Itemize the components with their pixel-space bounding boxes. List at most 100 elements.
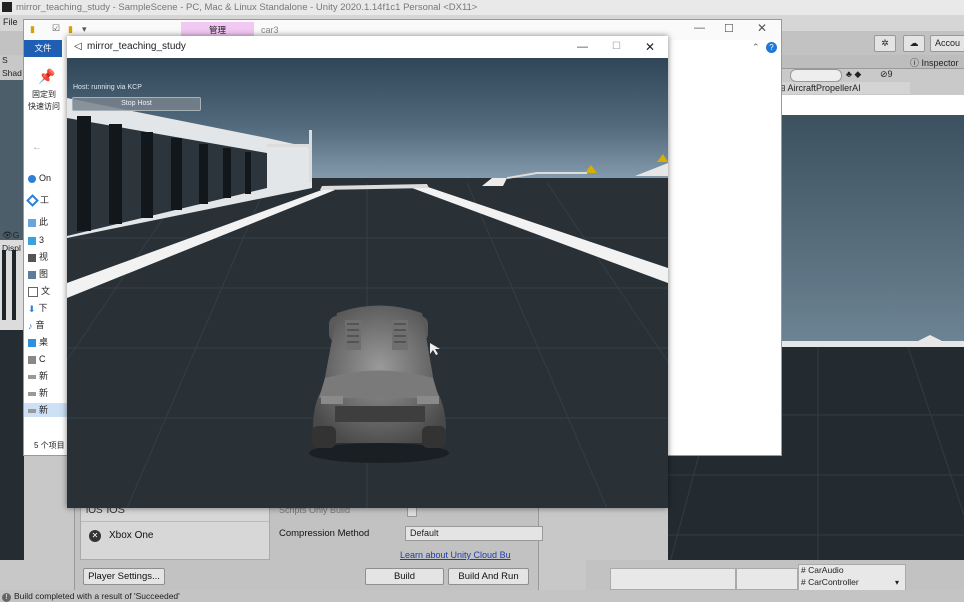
close-icon[interactable]: ✕: [645, 36, 655, 58]
drive-icon: [28, 391, 36, 396]
build-and-run-button[interactable]: Build And Run: [448, 568, 529, 585]
left-tab-scene[interactable]: S: [2, 55, 8, 65]
scene-filter-icon[interactable]: ♣ ◆: [846, 69, 861, 80]
minimize-icon[interactable]: —: [694, 22, 705, 34]
drive-icon: [28, 374, 36, 379]
unity-app-icon: ◁: [74, 41, 82, 52]
scripts-only-checkbox[interactable]: [407, 507, 417, 517]
menu-file[interactable]: File: [3, 17, 18, 27]
selected-object[interactable]: ⊞ AircraftPropellerAI: [778, 83, 861, 94]
scene-left-render: [0, 80, 24, 560]
nav-this-pc[interactable]: 此: [28, 215, 48, 229]
cloud-build-link[interactable]: Learn about Unity Cloud Bu: [400, 550, 511, 560]
dropdown-arrow-icon[interactable]: ▾: [895, 578, 899, 587]
hidden-count[interactable]: ⊘9: [880, 69, 893, 80]
document-icon: [28, 286, 38, 297]
cube-icon: [28, 236, 36, 245]
stop-host-button[interactable]: Stop Host: [72, 97, 201, 111]
help-icon[interactable]: ?: [766, 42, 777, 53]
game-window-title: mirror_teaching_study: [87, 41, 186, 52]
collab-icon[interactable]: ✲: [874, 35, 896, 52]
nav-music[interactable]: ♪ 音: [28, 318, 45, 332]
quick-access-dropdown-icon[interactable]: ▾: [82, 24, 87, 35]
script-icon: #: [801, 577, 806, 587]
list-item[interactable]: # CarController: [801, 577, 859, 587]
game-window[interactable]: ◁ mirror_teaching_study — ☐ ✕ Host: runn…: [67, 36, 668, 508]
player-settings-button[interactable]: Player Settings...: [83, 568, 165, 585]
build-button[interactable]: Build: [365, 568, 444, 585]
video-icon: [28, 253, 36, 262]
compression-dropdown[interactable]: Default: [405, 526, 543, 541]
inspector-tab[interactable]: ⓘ Inspector: [910, 56, 959, 69]
hidden-count-label: 9: [887, 69, 893, 79]
search-input[interactable]: [790, 69, 842, 82]
left-tab-shad[interactable]: Shad: [2, 68, 22, 78]
quick-access-check-icon[interactable]: ☑: [52, 23, 60, 34]
list-item-label: CarController: [808, 577, 859, 587]
account-button[interactable]: Accou: [930, 35, 964, 52]
nav-label: 视: [39, 252, 49, 262]
inspector-tab-label: Inspector: [921, 58, 959, 68]
nav-desktop[interactable]: 桌: [28, 335, 48, 349]
nav-3d[interactable]: 3: [28, 233, 44, 247]
nav-downloads[interactable]: ⬇ 下: [28, 301, 48, 315]
scene-view-left[interactable]: [0, 80, 24, 560]
close-icon[interactable]: ✕: [757, 21, 767, 35]
nav-drive-2[interactable]: 新: [28, 386, 48, 400]
info-icon: !: [2, 593, 11, 602]
maximize-icon[interactable]: ☐: [612, 36, 621, 58]
nav-work[interactable]: 工: [26, 193, 50, 207]
script-icon: #: [801, 565, 806, 575]
diamond-icon: [26, 194, 39, 207]
nav-label: 新: [39, 405, 49, 415]
game-scene-render: [67, 58, 668, 508]
cloud-icon[interactable]: ☁: [903, 35, 925, 52]
nav-label: 新: [39, 371, 49, 381]
platform-xbox-label: Xbox One: [109, 530, 154, 541]
host-status-text: Host: running via KCP: [73, 84, 142, 91]
nav-drive-3[interactable]: 新: [24, 403, 68, 417]
nav-label: 新: [39, 388, 49, 398]
unity-logo-icon: [2, 2, 12, 13]
platform-list: iOS iOS ✕ Xbox One: [80, 501, 270, 560]
list-item-label: CarAudio: [808, 565, 844, 575]
picture-icon: [28, 270, 36, 279]
nav-onedrive[interactable]: On: [28, 171, 51, 185]
platform-xbox[interactable]: ✕ Xbox One: [89, 530, 153, 542]
status-message: Build completed with a result of 'Succee…: [14, 591, 180, 601]
nav-label: 工: [40, 195, 50, 205]
build-settings-panel: iOS iOS ✕ Xbox One Scripts Only Build Comp…: [74, 500, 543, 592]
pin-icon[interactable]: 📌: [38, 68, 55, 85]
collapse-ribbon-icon[interactable]: ⌃: [752, 42, 760, 53]
list-item[interactable]: # CarAudio: [801, 565, 844, 575]
minimize-icon[interactable]: —: [577, 36, 588, 58]
nav-documents[interactable]: 文: [28, 284, 50, 298]
item-count: 5 个项目: [34, 441, 65, 450]
download-icon: ⬇: [28, 303, 36, 314]
new-folder-icon[interactable]: ▮: [68, 24, 73, 35]
nav-label: 3: [39, 235, 45, 245]
nav-label: C: [39, 354, 46, 364]
pin-label-2: 快速访问: [28, 102, 60, 111]
tab-file[interactable]: 文件: [24, 40, 62, 57]
maximize-icon[interactable]: ☐: [724, 22, 734, 35]
nav-drive-1[interactable]: 新: [28, 369, 48, 383]
left-tab-game[interactable]: 👁G: [2, 230, 19, 241]
nav-pictures[interactable]: 图: [28, 267, 48, 281]
left-tab-display[interactable]: Displ: [2, 243, 21, 253]
drive-icon: [28, 408, 36, 413]
drive-icon: [28, 355, 36, 364]
bottom-right-panel: # CarAudio # CarController ▾: [586, 560, 964, 592]
nav-label: 桌: [39, 337, 49, 347]
component-list: # CarAudio # CarController ▾: [798, 564, 906, 592]
game-viewport[interactable]: Host: running via KCP Stop Host: [67, 58, 668, 508]
left-tab-game-label: G: [12, 230, 20, 240]
compression-label: Compression Method: [279, 528, 370, 539]
pin-label-1: 固定到: [32, 90, 56, 99]
back-arrow-icon[interactable]: ←: [32, 142, 42, 153]
explorer-path-title: car3: [261, 25, 279, 35]
status-bar: ! Build completed with a result of 'Succe…: [0, 590, 964, 602]
nav-label: 文: [41, 286, 51, 296]
nav-drive-c[interactable]: C: [28, 352, 46, 366]
nav-videos[interactable]: 视: [28, 250, 48, 264]
